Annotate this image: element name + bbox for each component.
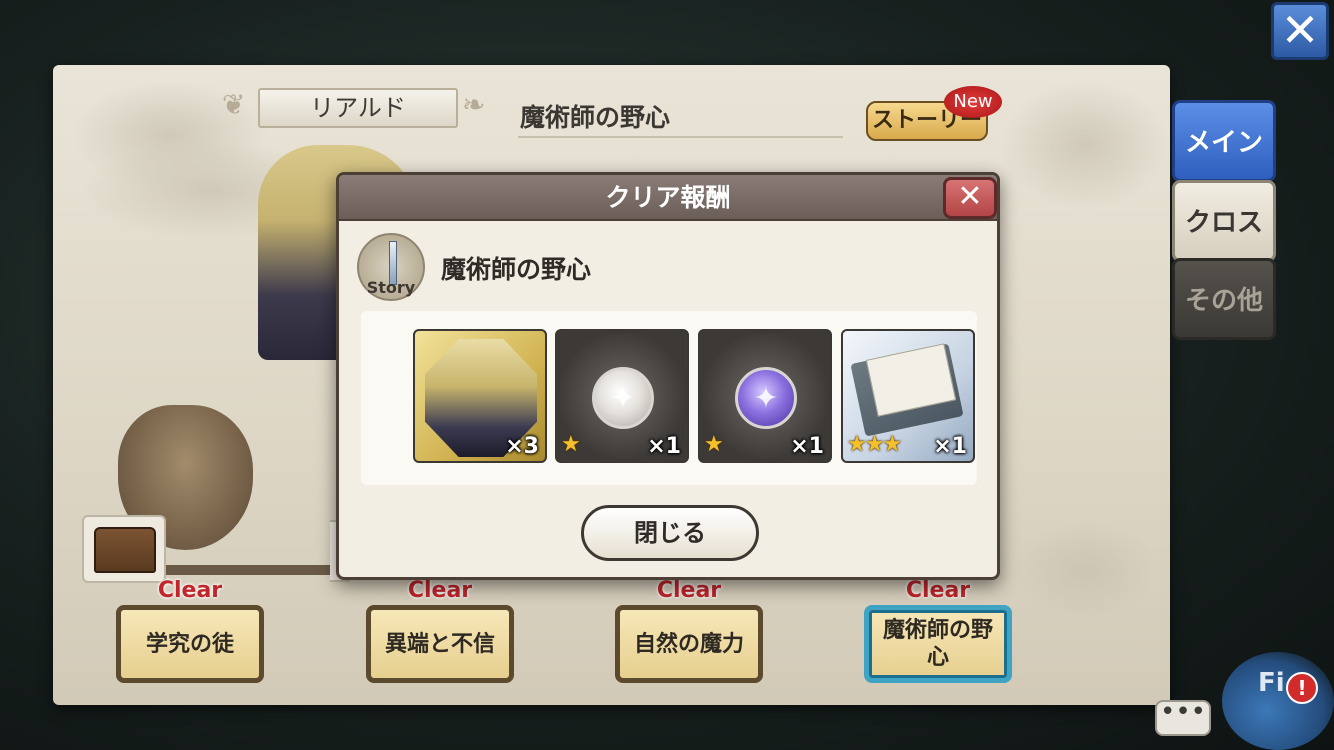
dialog-title: クリア報酬 — [339, 175, 997, 221]
reward-quantity: ×1 — [790, 434, 824, 459]
purple-orb-icon: ✦ — [735, 367, 797, 429]
treasure-chest-icon — [94, 527, 156, 573]
star-rating: ★ — [704, 432, 724, 457]
cloud-decoration — [1010, 520, 1160, 620]
close-icon[interactable]: ✕ — [1271, 2, 1329, 60]
chapter-title: 魔術師の野心 — [520, 103, 671, 132]
reward-quantity: ×1 — [933, 434, 967, 459]
title-divider — [518, 136, 843, 138]
stage-button[interactable]: 自然の魔力 — [615, 605, 763, 683]
tab-cross[interactable]: クロス — [1172, 180, 1276, 262]
stage-button[interactable]: 魔術師の野心 — [864, 605, 1012, 683]
white-orb-icon: ✦ — [592, 367, 654, 429]
story-icon: Story — [357, 233, 425, 301]
reward-list: ×3 ✦ ★ ×1 ✦ ★ ×1 ★★★ ×1 — [361, 311, 977, 485]
chat-icon[interactable]: ••• — [1155, 699, 1211, 736]
clear-label: Clear — [905, 578, 971, 603]
ornament-right-icon: ❧ — [462, 88, 486, 121]
stage-node[interactable]: Clear 学究の徒 — [116, 578, 264, 683]
alert-icon: ! — [1286, 672, 1318, 704]
stage-button[interactable]: 異端と不信 — [366, 605, 514, 683]
reward-quantity: ×1 — [647, 434, 681, 459]
tab-other[interactable]: その他 — [1172, 258, 1276, 340]
clear-label: Clear — [407, 578, 473, 603]
cloud-decoration — [1000, 80, 1170, 210]
star-rating: ★★★ — [847, 432, 902, 457]
reward-white-orb[interactable]: ✦ ★ ×1 — [555, 329, 689, 463]
tab-main[interactable]: メイン — [1172, 100, 1276, 182]
story-badge-label: Story — [366, 278, 416, 297]
treasure-chest-button[interactable] — [82, 515, 166, 583]
reward-character-portrait[interactable]: ×3 — [413, 329, 547, 463]
stage-name: リアルド — [258, 88, 458, 128]
reward-tome[interactable]: ★★★ ×1 — [841, 329, 975, 463]
stage-button[interactable]: 学究の徒 — [116, 605, 264, 683]
ornament-left-icon: ❦ — [222, 88, 246, 121]
clear-label: Clear — [157, 578, 223, 603]
reward-purple-orb[interactable]: ✦ ★ ×1 — [698, 329, 832, 463]
stage-node[interactable]: Clear 異端と不信 — [366, 578, 514, 683]
new-badge: New — [944, 86, 1002, 118]
reward-quantity: ×3 — [505, 434, 539, 459]
clear-reward-dialog: クリア報酬 ✕ Story 魔術師の野心 ×3 ✦ ★ ×1 ✦ ★ ×1 ★★… — [336, 172, 1000, 580]
clear-label: Clear — [656, 578, 722, 603]
stage-node-selected[interactable]: Clear 魔術師の野心 — [864, 578, 1012, 683]
close-icon[interactable]: ✕ — [943, 177, 997, 219]
field-label: Fi — [1258, 668, 1285, 698]
field-button[interactable] — [1222, 652, 1334, 750]
stage-node[interactable]: Clear 自然の魔力 — [615, 578, 763, 683]
close-button[interactable]: 閉じる — [581, 505, 759, 561]
dialog-chapter-title: 魔術師の野心 — [441, 255, 592, 284]
star-rating: ★ — [561, 432, 581, 457]
